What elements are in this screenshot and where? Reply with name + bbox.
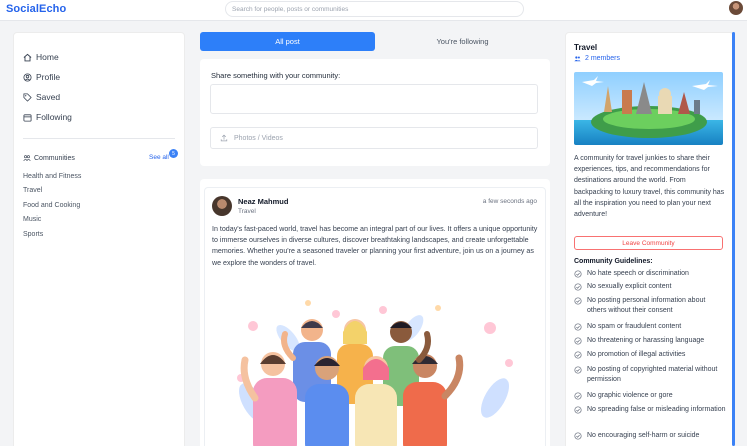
guideline-text: No spam or fraudulent content bbox=[587, 323, 682, 330]
guideline-text: No hate speech or discrimination bbox=[587, 270, 689, 277]
community-description: A community for travel junkies to share … bbox=[574, 155, 725, 219]
guideline-item: No graphic violence or gore bbox=[574, 391, 726, 401]
communities-count-badge: 5 bbox=[169, 149, 178, 158]
sidebar-item-following[interactable]: Following bbox=[23, 111, 72, 123]
guideline-item: No promotion of illegal activities bbox=[574, 350, 726, 360]
guideline-text: No threatening or harassing language bbox=[587, 337, 705, 344]
community-members[interactable]: 2 members bbox=[574, 55, 620, 62]
community-panel: Travel 2 members A community for travel … bbox=[565, 32, 734, 446]
guideline-item: No posting of copyrighted material witho… bbox=[574, 365, 726, 385]
post-composer: Share something with your community: Pho… bbox=[200, 59, 550, 166]
guideline-text: No posting personal information about ot… bbox=[587, 297, 706, 314]
user-avatar[interactable] bbox=[729, 1, 743, 15]
sidebar-divider bbox=[23, 138, 175, 139]
check-circle-icon bbox=[574, 337, 582, 345]
sidebar-item-home[interactable]: Home bbox=[23, 51, 59, 63]
post-author-name[interactable]: Neaz Mahmud bbox=[238, 197, 288, 206]
search-input[interactable]: Search for people, posts or communities bbox=[225, 1, 524, 17]
check-circle-icon bbox=[574, 432, 582, 440]
check-circle-icon bbox=[574, 297, 582, 305]
post-feed: Neaz Mahmud Travel a few seconds ago In … bbox=[200, 179, 550, 446]
members-count: 2 members bbox=[585, 55, 621, 62]
sidebar-item-label: Following bbox=[36, 112, 72, 122]
community-title: Travel bbox=[574, 43, 598, 52]
post-timestamp: a few seconds ago bbox=[482, 198, 537, 205]
check-circle-icon bbox=[574, 283, 582, 291]
communities-heading: Communities bbox=[23, 154, 75, 162]
guideline-item: No encouraging self-harm or suicide bbox=[574, 431, 726, 441]
members-icon bbox=[574, 56, 581, 62]
community-item-food-cooking[interactable]: Food and Cooking bbox=[23, 202, 80, 209]
composer-label: Share something with your community: bbox=[211, 71, 341, 80]
guideline-item: No threatening or harassing language bbox=[574, 336, 726, 346]
guideline-text: No sexually explicit content bbox=[587, 283, 672, 290]
sidebar-item-profile[interactable]: Profile bbox=[23, 71, 60, 83]
photo-video-label: Photos / Videos bbox=[234, 134, 283, 142]
top-bar: SocialEcho Search for people, posts or c… bbox=[0, 0, 747, 21]
check-circle-icon bbox=[574, 392, 582, 400]
leave-community-button[interactable]: Leave Community bbox=[574, 236, 723, 250]
community-item-health-fitness[interactable]: Health and Fitness bbox=[23, 173, 81, 180]
check-circle-icon bbox=[574, 270, 582, 278]
post-body-text: In today's fast-paced world, travel has … bbox=[212, 225, 538, 267]
friends-illustration bbox=[237, 300, 513, 446]
community-item-travel[interactable]: Travel bbox=[23, 187, 42, 194]
guideline-item: No hate speech or discrimination bbox=[574, 269, 726, 279]
guideline-text: No promotion of illegal activities bbox=[587, 351, 686, 358]
left-sidebar: Home Profile Saved Following Communities… bbox=[13, 32, 185, 446]
app-logo[interactable]: SocialEcho bbox=[6, 3, 66, 15]
guideline-item: No spreading false or misleading informa… bbox=[574, 405, 726, 415]
community-banner-image bbox=[574, 72, 723, 145]
profile-icon bbox=[23, 72, 32, 82]
check-circle-icon bbox=[574, 406, 582, 414]
tag-icon bbox=[23, 92, 32, 102]
guideline-text: No spreading false or misleading informa… bbox=[587, 406, 726, 413]
post-community[interactable]: Travel bbox=[238, 208, 256, 215]
guidelines-title: Community Guidelines: bbox=[574, 258, 653, 265]
sidebar-item-label: Saved bbox=[36, 92, 61, 102]
communities-icon bbox=[23, 155, 31, 161]
guideline-text: No graphic violence or gore bbox=[587, 392, 673, 399]
check-circle-icon bbox=[574, 366, 582, 374]
community-panel-scrollbar[interactable] bbox=[732, 32, 735, 446]
post-content-input[interactable] bbox=[210, 84, 538, 114]
community-item-sports[interactable]: Sports bbox=[23, 231, 43, 238]
communities-title: Communities bbox=[34, 154, 75, 162]
guideline-text: No encouraging self-harm or suicide bbox=[587, 432, 700, 439]
upload-icon bbox=[220, 134, 228, 142]
home-icon bbox=[23, 53, 32, 61]
guideline-text: No posting of copyrighted material witho… bbox=[587, 366, 718, 383]
following-icon bbox=[23, 113, 32, 122]
tab-all-post[interactable]: All post bbox=[200, 32, 375, 51]
tab-following[interactable]: You're following bbox=[375, 32, 550, 51]
see-all-link[interactable]: See all bbox=[149, 154, 169, 161]
post-card: Neaz Mahmud Travel a few seconds ago In … bbox=[204, 187, 546, 446]
sidebar-item-saved[interactable]: Saved bbox=[23, 91, 60, 103]
photo-video-upload[interactable]: Photos / Videos bbox=[210, 127, 538, 149]
community-item-music[interactable]: Music bbox=[23, 216, 41, 223]
guideline-item: No posting personal information about ot… bbox=[574, 296, 726, 316]
check-circle-icon bbox=[574, 351, 582, 359]
post-author-avatar[interactable] bbox=[212, 196, 232, 216]
sidebar-item-label: Home bbox=[36, 52, 59, 62]
sidebar-item-label: Profile bbox=[36, 72, 61, 82]
guideline-item: No sexually explicit content bbox=[574, 282, 726, 292]
check-circle-icon bbox=[574, 323, 582, 331]
guideline-item: No spam or fraudulent content bbox=[574, 322, 726, 332]
